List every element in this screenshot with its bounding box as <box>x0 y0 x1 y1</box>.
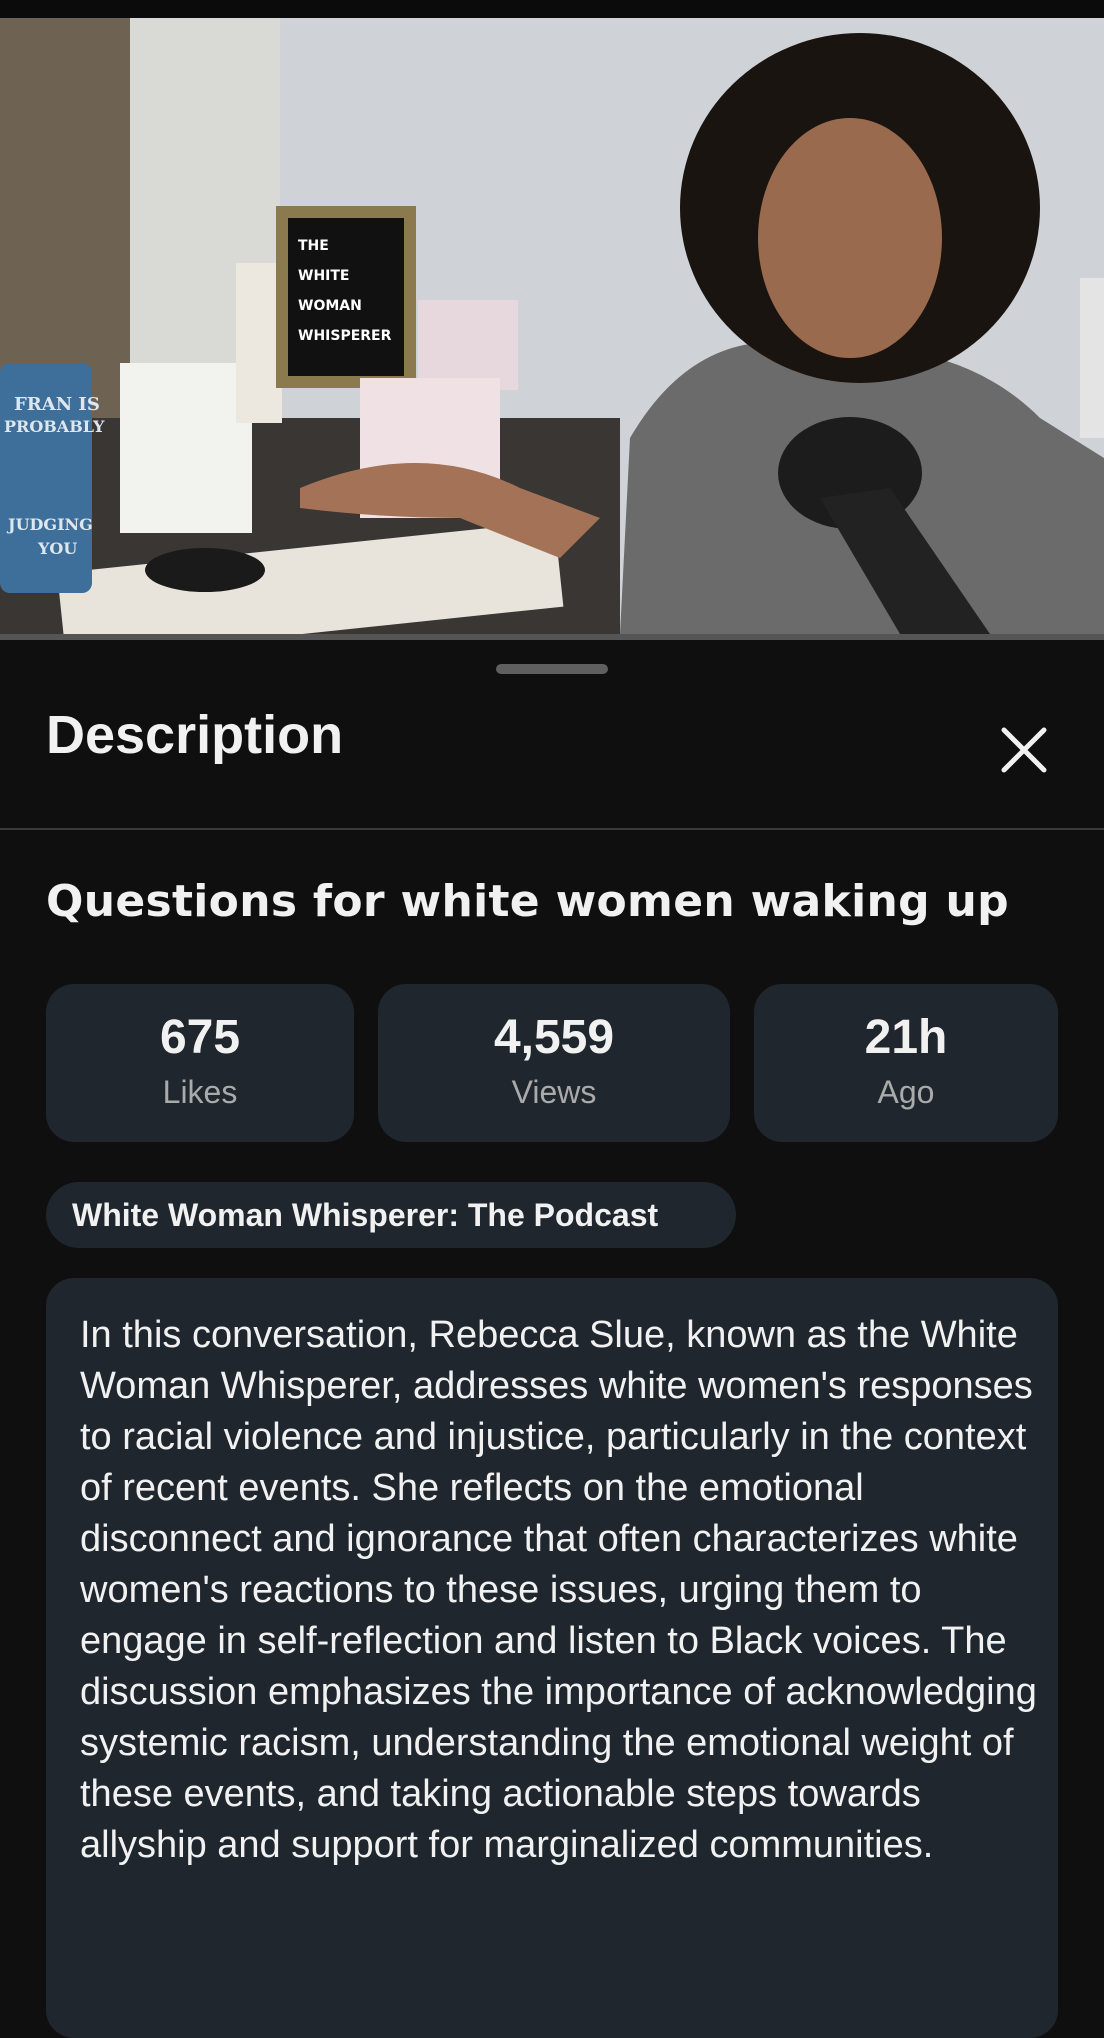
close-button[interactable] <box>998 724 1050 776</box>
channel-chip[interactable]: White Woman Whisperer: The Podcast <box>46 1182 736 1248</box>
mug-line-2: PROBABLY <box>4 417 105 436</box>
sign-line-3: WOMAN <box>298 298 362 314</box>
description-sheet: Description Questions for white women wa… <box>0 640 1104 2038</box>
age-stat: 21h Ago <box>754 984 1058 1142</box>
sign-line-4: WHISPERER <box>298 328 392 344</box>
close-icon <box>1001 727 1047 773</box>
description-text: In this conversation, Rebecca Slue, know… <box>80 1314 1037 1866</box>
status-bar-strip <box>0 0 1104 18</box>
views-label: Views <box>511 1074 597 1110</box>
likes-label: Likes <box>162 1074 238 1110</box>
views-count: 4,559 <box>493 1011 615 1064</box>
sheet-title: Description <box>46 705 344 765</box>
likes-count: 675 <box>159 1011 241 1064</box>
likes-stat: 675 Likes <box>46 984 354 1142</box>
header-divider <box>0 828 1104 830</box>
video-frame: THE WHITE WOMAN WHISPERER FRAN IS PROBAB… <box>0 18 1104 634</box>
mug-line-1: FRAN IS <box>14 394 100 415</box>
mug-line-3: JUDGING <box>6 515 93 534</box>
video-player[interactable]: THE WHITE WOMAN WHISPERER FRAN IS PROBAB… <box>0 0 1104 640</box>
age-value: 21h <box>864 1011 948 1064</box>
sign-line-2: WHITE <box>298 268 349 284</box>
drag-handle[interactable] <box>496 664 608 674</box>
age-label: Ago <box>877 1074 935 1110</box>
description-box: In this conversation, Rebecca Slue, know… <box>46 1278 1058 2038</box>
sign-line-1: THE <box>298 238 329 254</box>
mug-line-4: YOU <box>37 539 77 558</box>
video-title: Questions for white women waking up <box>46 876 1009 927</box>
stats-row: 675 Likes 4,559 Views 21h Ago <box>46 984 1058 1142</box>
views-stat: 4,559 Views <box>378 984 730 1142</box>
